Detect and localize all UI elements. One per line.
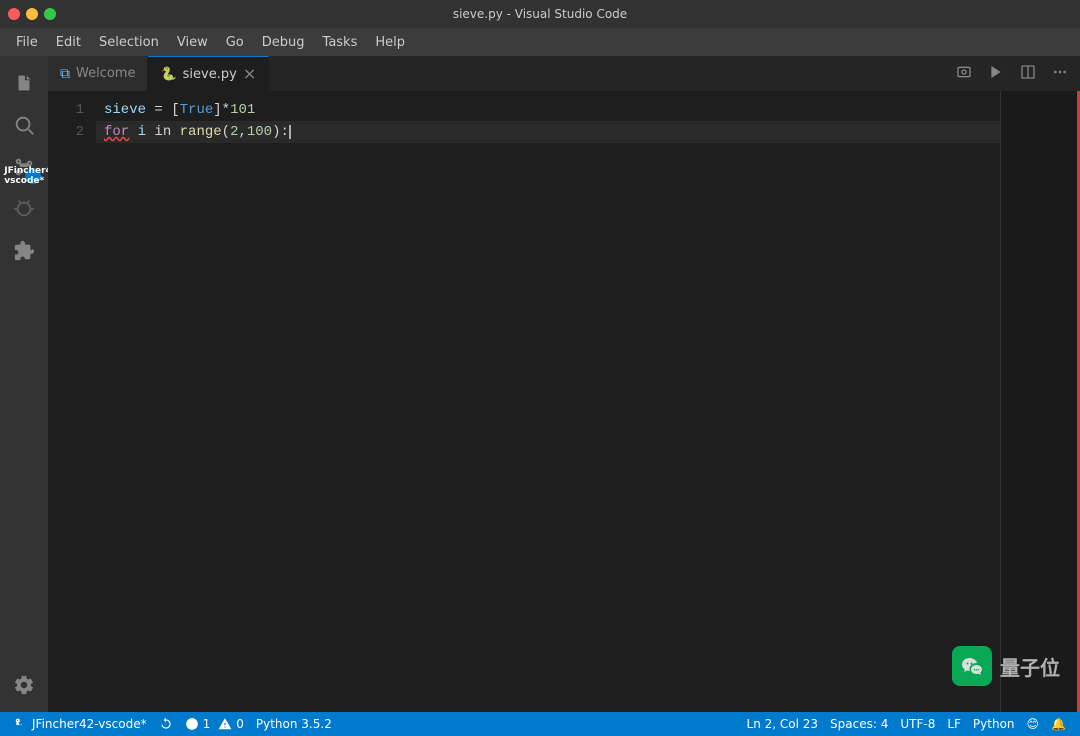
spaces-text: Spaces: 4 bbox=[830, 717, 888, 731]
tab-welcome[interactable]: ⧉ Welcome bbox=[48, 56, 148, 91]
python-version-text: Python 3.5.2 bbox=[256, 717, 332, 731]
tabs-bar: ⧉ Welcome 🐍 sieve.py × bbox=[48, 56, 1080, 91]
editor-toolbar bbox=[944, 56, 1080, 91]
wechat-icon bbox=[952, 646, 992, 686]
window-title: sieve.py - Visual Studio Code bbox=[453, 7, 627, 21]
activity-source-control[interactable]: JFincher42-vscode* bbox=[5, 148, 43, 186]
editor-area: ⧉ Welcome 🐍 sieve.py × bbox=[48, 56, 1080, 712]
git-icon bbox=[14, 717, 28, 731]
tab-welcome-label: Welcome bbox=[76, 66, 135, 81]
code-content[interactable]: sieve = [True]*101 for i in range(2,100)… bbox=[96, 91, 1000, 712]
menu-selection[interactable]: Selection bbox=[91, 32, 167, 53]
status-language[interactable]: Python bbox=[967, 717, 1021, 731]
language-text: Python bbox=[973, 717, 1015, 731]
tab-sieve[interactable]: 🐍 sieve.py × bbox=[148, 56, 269, 91]
main-layout: JFincher42-vscode* bbox=[0, 56, 1080, 712]
menu-file[interactable]: File bbox=[8, 32, 46, 53]
python-icon: 🐍 bbox=[160, 67, 176, 82]
menu-edit[interactable]: Edit bbox=[48, 32, 89, 53]
sync-icon bbox=[159, 717, 173, 731]
status-notifications[interactable]: 🔔 bbox=[1045, 717, 1072, 731]
code-line-2: for i in range(2,100): bbox=[96, 121, 1000, 143]
status-sync[interactable] bbox=[153, 712, 179, 736]
menu-tasks[interactable]: Tasks bbox=[315, 32, 366, 53]
watermark: 量子位 bbox=[952, 646, 1060, 686]
status-eol[interactable]: LF bbox=[941, 717, 967, 731]
error-count: 1 bbox=[203, 717, 211, 731]
activity-debug[interactable] bbox=[5, 190, 43, 228]
notification-icon: 🔔 bbox=[1051, 717, 1066, 731]
title-bar: sieve.py - Visual Studio Code bbox=[0, 0, 1080, 28]
source-control-badge: JFincher42-vscode* bbox=[25, 168, 41, 184]
more-icon[interactable] bbox=[1048, 60, 1072, 88]
feedback-icon: 😊 bbox=[1027, 717, 1040, 731]
code-editor[interactable]: 1 2 sieve = [True]*101 for i in range(2,… bbox=[48, 91, 1080, 712]
encoding-text: UTF-8 bbox=[900, 717, 935, 731]
status-git-branch[interactable]: JFincher42-vscode* bbox=[8, 712, 153, 736]
menu-debug[interactable]: Debug bbox=[254, 32, 313, 53]
camera-icon[interactable] bbox=[952, 60, 976, 88]
menu-bar: File Edit Selection View Go Debug Tasks … bbox=[0, 28, 1080, 56]
play-icon[interactable] bbox=[984, 60, 1008, 88]
status-errors[interactable]: 1 0 bbox=[179, 712, 250, 736]
status-spaces[interactable]: Spaces: 4 bbox=[824, 717, 894, 731]
menu-view[interactable]: View bbox=[169, 32, 216, 53]
split-editor-icon[interactable] bbox=[1016, 60, 1040, 88]
activity-bar: JFincher42-vscode* bbox=[0, 56, 48, 712]
error-icon bbox=[185, 717, 199, 731]
menu-help[interactable]: Help bbox=[367, 32, 413, 53]
maximize-button[interactable] bbox=[44, 8, 56, 20]
activity-search[interactable] bbox=[5, 106, 43, 144]
status-encoding[interactable]: UTF-8 bbox=[894, 717, 941, 731]
status-python-version[interactable]: Python 3.5.2 bbox=[250, 712, 338, 736]
activity-settings[interactable] bbox=[5, 666, 43, 704]
warning-icon bbox=[218, 717, 232, 731]
ln-col-text: Ln 2, Col 23 bbox=[747, 717, 819, 731]
minimap bbox=[1000, 91, 1080, 712]
status-feedback[interactable]: 😊 bbox=[1021, 717, 1046, 731]
status-bar: JFincher42-vscode* 1 0 Python 3.5.2 Ln 2… bbox=[0, 712, 1080, 736]
vscode-icon: ⧉ bbox=[60, 66, 70, 82]
tab-sieve-label: sieve.py bbox=[183, 67, 237, 82]
activity-explorer[interactable] bbox=[5, 64, 43, 102]
status-bar-right: Ln 2, Col 23 Spaces: 4 UTF-8 LF Python 😊… bbox=[741, 717, 1072, 731]
warning-count: 0 bbox=[236, 717, 244, 731]
minimize-button[interactable] bbox=[26, 8, 38, 20]
activity-extensions[interactable] bbox=[5, 232, 43, 270]
status-ln-col[interactable]: Ln 2, Col 23 bbox=[741, 717, 825, 731]
menu-go[interactable]: Go bbox=[218, 32, 252, 53]
tab-close-button[interactable]: × bbox=[243, 66, 256, 82]
close-button[interactable] bbox=[8, 8, 20, 20]
code-line-1: sieve = [True]*101 bbox=[96, 99, 1000, 121]
line-numbers: 1 2 bbox=[48, 91, 96, 712]
eol-text: LF bbox=[947, 717, 961, 731]
git-branch-text: JFincher42-vscode* bbox=[32, 717, 147, 731]
window-controls bbox=[8, 8, 56, 20]
watermark-text: 量子位 bbox=[1000, 652, 1060, 681]
